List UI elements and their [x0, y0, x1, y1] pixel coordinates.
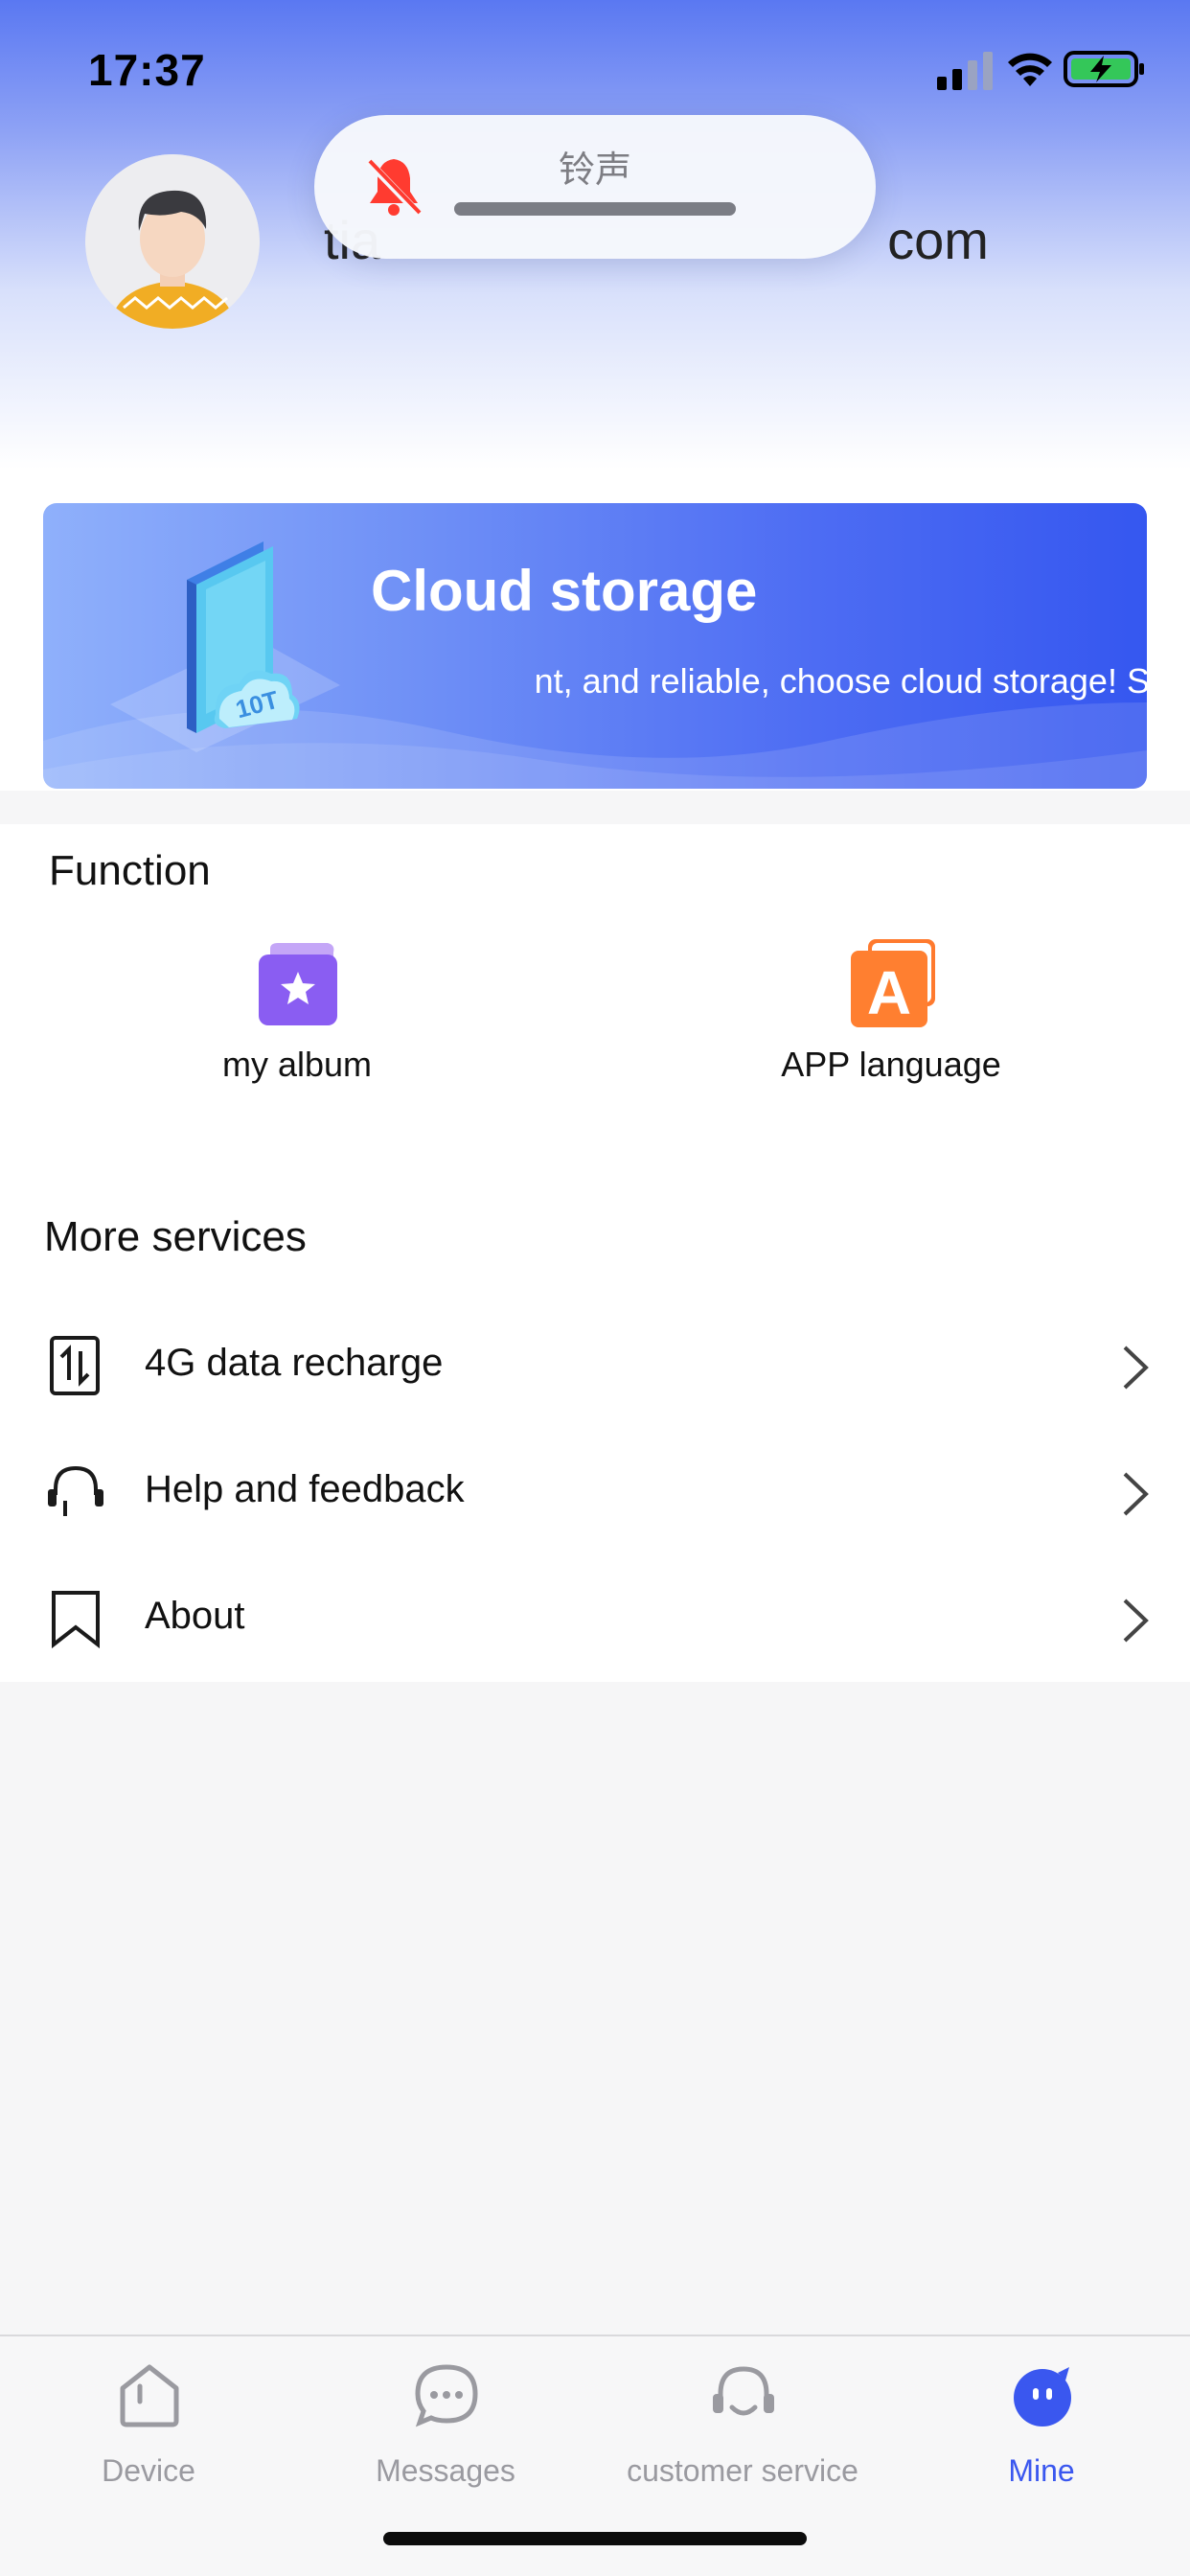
- headset-icon: [48, 1465, 103, 1516]
- tab-device[interactable]: Device: [0, 2336, 297, 2518]
- toast-label: 铃声: [558, 149, 631, 191]
- service-row-help-feedback[interactable]: Help and feedback: [0, 1428, 1190, 1554]
- function-title: Function: [49, 847, 211, 894]
- chevron-right-icon: [1123, 1472, 1149, 1516]
- app-language-label: APP language: [781, 1045, 1001, 1084]
- sim-recharge-icon: [50, 1336, 100, 1395]
- bookmark-icon: [52, 1591, 100, 1648]
- my-album-label: my album: [221, 1045, 373, 1084]
- banner-marquee-text: nt, and reliable, choose cloud storage! …: [534, 661, 1147, 701]
- service-label: 4G data recharge: [145, 1342, 444, 1384]
- tab-label: Messages: [376, 2453, 515, 2488]
- banner-title: Cloud storage: [371, 559, 758, 623]
- avatar[interactable]: [85, 154, 260, 329]
- ringer-toast: 铃声: [314, 115, 876, 259]
- headset-icon: [713, 2366, 774, 2416]
- service-label: Help and feedback: [145, 1468, 465, 1510]
- volume-bar: [454, 202, 736, 216]
- avatar-illustration: [85, 154, 260, 329]
- function-section: Function my album A APP language More se…: [0, 824, 1190, 1682]
- service-label: About: [145, 1595, 245, 1637]
- tab-mine[interactable]: Mine: [893, 2336, 1190, 2518]
- mine-face-icon: [1014, 2367, 1071, 2426]
- cellular-signal-icon: [937, 52, 993, 90]
- cloud-server-illustration: 10T: [110, 541, 340, 752]
- tab-label: Mine: [1008, 2453, 1075, 2488]
- tab-label: Device: [102, 2453, 195, 2488]
- home-icon: [120, 2364, 179, 2427]
- tab-customer-service[interactable]: customer service: [594, 2336, 891, 2518]
- more-services-title: More services: [44, 1213, 307, 1260]
- svg-text:A: A: [867, 958, 911, 1027]
- wifi-icon: [1008, 53, 1052, 86]
- chevron-right-icon: [1123, 1346, 1149, 1390]
- cloud-storage-banner[interactable]: 10T Cloud storage nt, and reliable, choo…: [43, 503, 1147, 789]
- status-time: 17:37: [88, 45, 206, 95]
- album-star-icon: [259, 943, 337, 1025]
- tab-messages[interactable]: Messages: [297, 2336, 594, 2518]
- chat-bubble-icon: [415, 2364, 478, 2427]
- service-row-about[interactable]: About: [0, 1554, 1190, 1681]
- app-language-button[interactable]: A APP language: [699, 937, 1083, 1100]
- home-indicator[interactable]: [383, 2532, 807, 2545]
- language-a-icon: A: [851, 939, 935, 1027]
- banner-marquee: nt, and reliable, choose cloud storage! …: [380, 661, 1147, 709]
- service-row-4g-recharge[interactable]: 4G data recharge: [0, 1301, 1190, 1428]
- battery-charging-icon: [1064, 51, 1144, 87]
- chevron-right-icon: [1123, 1598, 1149, 1643]
- my-album-button[interactable]: my album: [105, 937, 489, 1100]
- tab-label: customer service: [627, 2453, 858, 2488]
